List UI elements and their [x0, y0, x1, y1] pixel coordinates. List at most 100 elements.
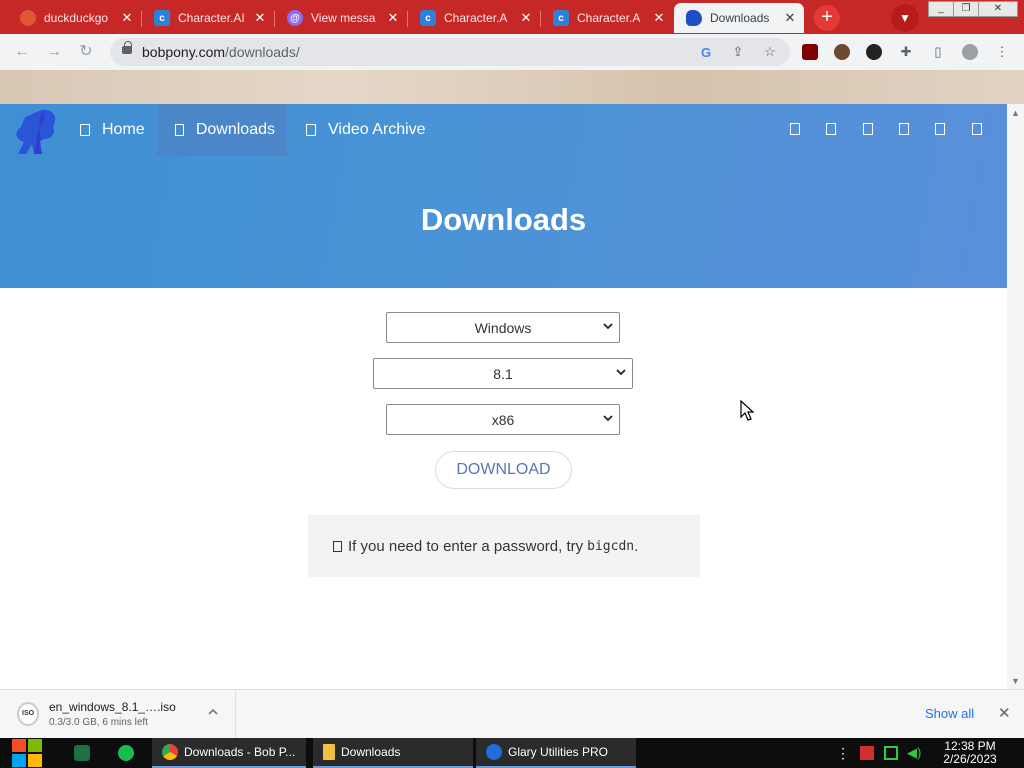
tab-character-ai-2[interactable]: c Character.A ✕ — [408, 3, 541, 33]
tab-title: Downloads — [710, 11, 770, 25]
windows-start-icon[interactable] — [10, 738, 44, 768]
close-tab-icon[interactable]: ✕ — [252, 10, 268, 26]
chrome-icon — [162, 744, 178, 760]
new-tab-button[interactable]: + — [814, 5, 840, 31]
home-icon — [80, 124, 90, 136]
extensions-puzzle-icon[interactable]: ✚ — [898, 44, 914, 60]
password-code: bigcdn — [587, 538, 635, 554]
close-tab-icon[interactable]: ✕ — [651, 10, 667, 26]
google-lens-icon[interactable]: G — [698, 44, 714, 60]
browser-toolbar: ← → ↻ bobpony.com/downloads/ G ⇪ ☆ ✚ ▯ ⋮ — [0, 34, 1024, 70]
character-ai-icon: c — [553, 10, 569, 26]
close-tab-icon[interactable]: ✕ — [385, 10, 401, 26]
social-link-4-icon[interactable] — [899, 123, 909, 135]
social-link-1-icon[interactable] — [790, 123, 800, 135]
tab-duckduckgo[interactable]: duckduckgo ✕ — [8, 3, 142, 33]
taskbar-glary-utilities[interactable]: Glary Utilities PRO — [476, 738, 636, 768]
ublock-origin-icon[interactable] — [802, 44, 818, 60]
iso-file-icon: ISO — [17, 702, 39, 726]
chevron-down-icon — [603, 323, 613, 330]
video-icon — [306, 124, 316, 136]
profile-icon[interactable] — [962, 44, 978, 60]
tray-overflow-icon[interactable]: ⋮ — [836, 746, 850, 760]
nav-video-archive[interactable]: Video Archive — [294, 104, 438, 156]
architecture-select[interactable]: x86 — [386, 404, 620, 435]
taskbar-chrome-downloads[interactable]: Downloads - Bob P... — [152, 738, 306, 768]
taskbar-explorer-downloads[interactable]: Downloads — [313, 738, 473, 768]
password-note-text: If you need to enter a password, try — [348, 537, 584, 555]
download-icon — [175, 124, 184, 136]
social-link-2-icon[interactable] — [826, 123, 836, 135]
taskbar-pinned-app[interactable] — [108, 738, 144, 768]
close-tab-icon[interactable]: ✕ — [782, 10, 798, 26]
scroll-up-icon[interactable]: ▲ — [1011, 108, 1020, 118]
back-arrow-icon[interactable]: ← — [12, 42, 32, 62]
tab-title: Character.A — [444, 11, 508, 25]
download-shelf: ISO en_windows_8.1_….iso 0.3/3.0 GB, 6 m… — [0, 689, 1024, 738]
show-all-downloads-link[interactable]: Show all — [925, 706, 974, 721]
extension-avatar-icon[interactable] — [834, 44, 850, 60]
mouse-pointer-icon — [740, 400, 755, 421]
close-shelf-icon[interactable]: ✕ — [998, 704, 1011, 722]
tab-downloads[interactable]: Downloads ✕ — [674, 3, 804, 33]
folder-icon — [323, 744, 335, 760]
os-select[interactable]: Windows — [386, 312, 620, 343]
version-select[interactable]: 8.1 — [373, 358, 633, 389]
taskbar-app-label: Glary Utilities PRO — [508, 745, 609, 759]
close-tab-icon[interactable]: ✕ — [518, 10, 534, 26]
side-panel-icon[interactable]: ▯ — [930, 44, 946, 60]
download-filename: en_windows_8.1_….iso — [49, 700, 176, 714]
close-tab-icon[interactable]: ✕ — [119, 10, 135, 26]
clock-date: 2/26/2023 — [943, 752, 997, 766]
download-button[interactable]: DOWNLOAD — [435, 451, 572, 489]
restore-window-button[interactable]: ❐ — [953, 1, 979, 17]
nav-video-archive-label: Video Archive — [328, 121, 426, 138]
tab-strip: duckduckgo ✕ c Character.AI ✕ @ View mes… — [0, 0, 1024, 34]
scroll-down-icon[interactable]: ▼ — [1011, 676, 1020, 686]
architecture-select-value: x86 — [491, 411, 515, 428]
bobpony-logo-icon — [686, 10, 702, 26]
nav-home[interactable]: Home — [68, 104, 157, 156]
system-clock[interactable]: 12:38 PM 2/26/2023 — [936, 740, 1004, 766]
character-ai-icon: c — [420, 10, 436, 26]
action-center-flag-icon[interactable] — [860, 746, 874, 760]
download-item[interactable]: ISO en_windows_8.1_….iso 0.3/3.0 GB, 6 m… — [0, 690, 236, 738]
chevron-down-icon — [603, 415, 613, 422]
url-path: /downloads/ — [225, 44, 300, 60]
chevron-down-icon — [616, 369, 626, 376]
close-window-button[interactable]: ✕ — [978, 1, 1018, 17]
bookmark-star-icon[interactable]: ☆ — [762, 44, 778, 60]
tab-view-messages[interactable]: @ View messa ✕ — [275, 3, 408, 33]
iso-file-icon-text: ISO — [22, 710, 35, 717]
lock-icon — [122, 41, 132, 54]
social-link-6-icon[interactable] — [972, 123, 982, 135]
menu-kebab-icon[interactable]: ⋮ — [994, 44, 1010, 60]
taskbar-app-label: Downloads - Bob P... — [184, 745, 296, 759]
tab-character-ai-1[interactable]: c Character.AI ✕ — [142, 3, 275, 33]
nav-downloads[interactable]: Downloads — [157, 104, 287, 156]
share-icon[interactable]: ⇪ — [730, 44, 746, 60]
tab-character-ai-3[interactable]: c Character.A ✕ — [541, 3, 673, 33]
character-ai-icon: c — [154, 10, 170, 26]
page-title: Downloads — [420, 202, 587, 237]
taskbar-pinned-app[interactable] — [64, 738, 100, 768]
password-note-end: . — [634, 537, 639, 555]
forward-arrow-icon[interactable]: → — [44, 42, 64, 62]
url-text: bobpony.com/downloads/ — [142, 44, 300, 60]
version-select-value: 8.1 — [493, 365, 513, 382]
social-link-5-icon[interactable] — [935, 123, 945, 135]
bobpony-logo-icon[interactable] — [12, 106, 60, 158]
address-bar[interactable]: bobpony.com/downloads/ — [110, 38, 790, 66]
tab-title: Character.A — [577, 11, 641, 25]
page-scrollbar[interactable]: ▲ ▼ — [1007, 104, 1024, 689]
password-note: If you need to enter a password, try big… — [308, 515, 700, 577]
minimize-window-button[interactable]: _ — [928, 1, 954, 17]
tab-search-chevron-icon[interactable]: ▼ — [891, 4, 919, 32]
volume-icon[interactable]: ◀) — [907, 746, 921, 760]
network-icon[interactable] — [884, 746, 898, 760]
social-link-3-icon[interactable] — [863, 123, 873, 135]
chevron-up-icon[interactable] — [207, 706, 219, 718]
reload-icon[interactable]: ↻ — [76, 42, 96, 62]
taskbar-app-label: Downloads — [341, 745, 401, 759]
extension-s-icon[interactable] — [866, 44, 882, 60]
